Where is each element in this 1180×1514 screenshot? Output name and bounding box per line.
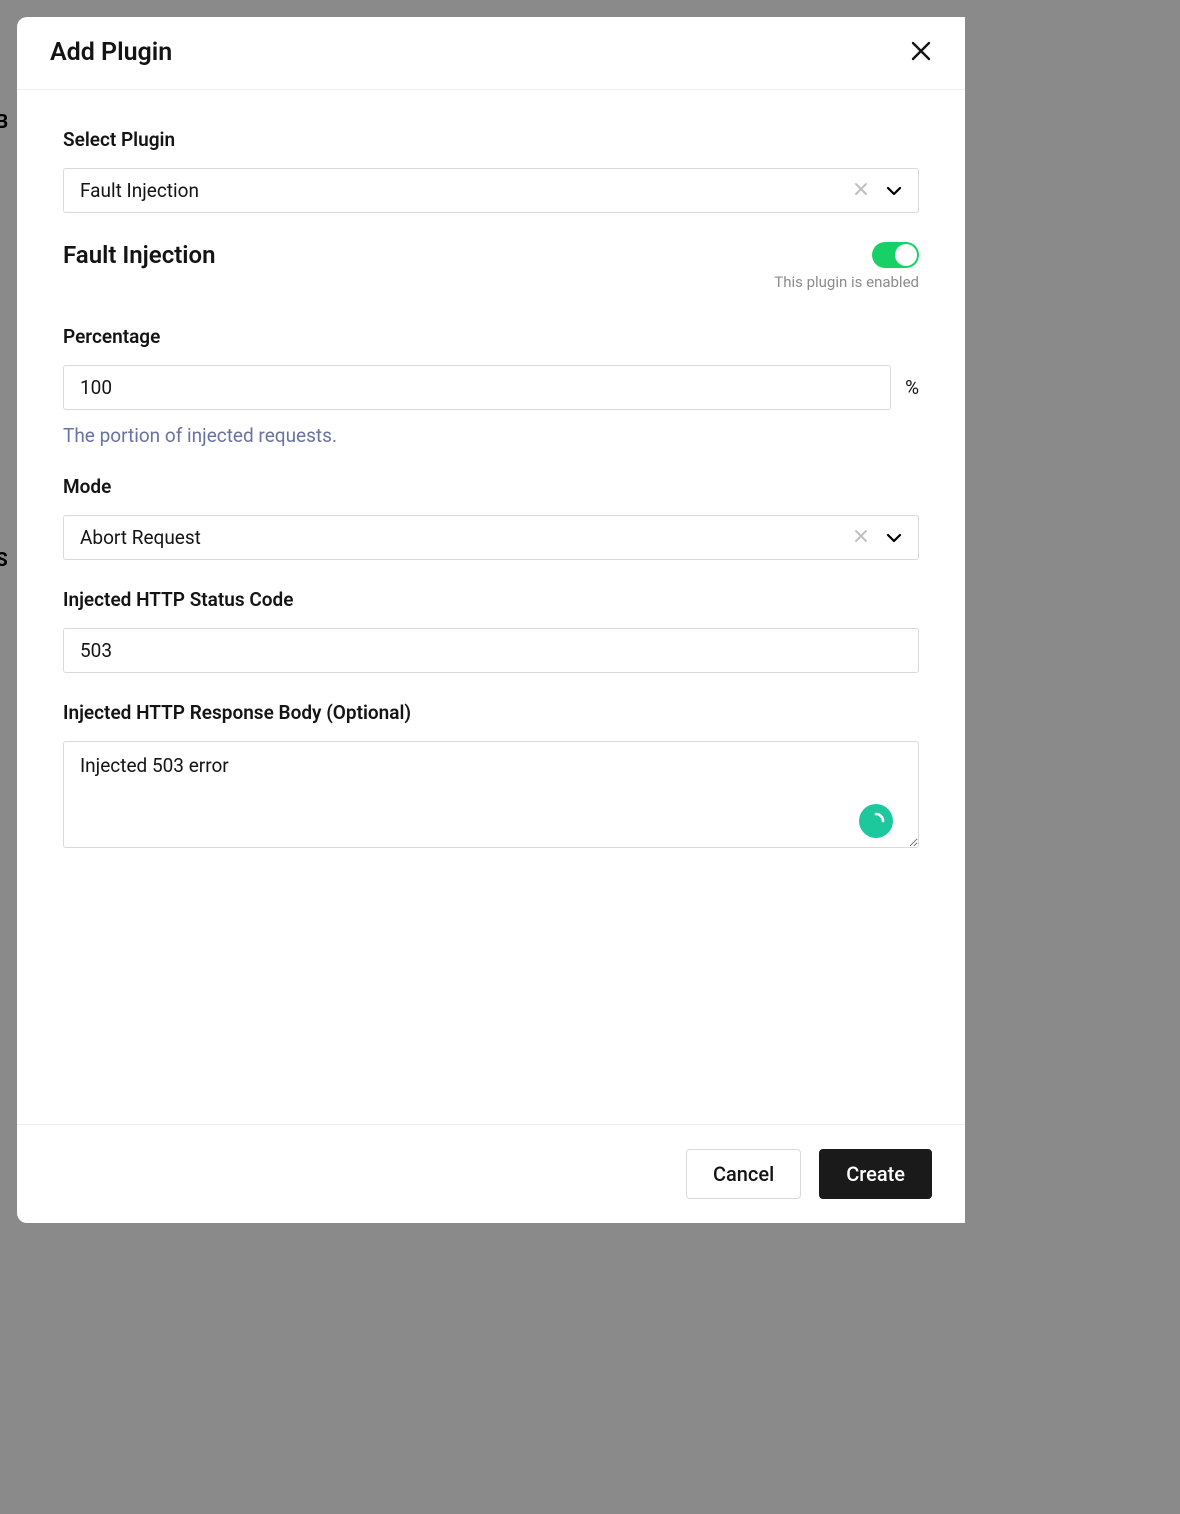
select-plugin-label: Select Plugin xyxy=(63,128,919,151)
backdrop-text-1: B xyxy=(0,110,8,133)
modal-body: Select Plugin Fault Injection Fault Inje… xyxy=(17,90,965,1124)
enable-toggle[interactable] xyxy=(872,242,919,268)
mode-select-icons xyxy=(854,528,902,547)
plugin-section-title: Fault Injection xyxy=(63,241,216,269)
percentage-input[interactable] xyxy=(63,365,891,410)
clear-icon[interactable] xyxy=(854,182,868,200)
modal-footer: Cancel Create xyxy=(17,1124,965,1223)
mode-field: Mode Abort Request xyxy=(63,475,919,560)
create-button[interactable]: Create xyxy=(819,1149,932,1199)
modal-header: Add Plugin xyxy=(17,17,965,90)
mode-chevron-down-icon xyxy=(886,528,902,547)
select-icons xyxy=(854,181,902,200)
cancel-button[interactable]: Cancel xyxy=(686,1149,801,1199)
percentage-suffix: % xyxy=(905,376,919,399)
plugin-title-row: Fault Injection xyxy=(63,241,919,269)
percentage-field: Percentage % The portion of injected req… xyxy=(63,325,919,447)
status-code-field: Injected HTTP Status Code xyxy=(63,588,919,673)
enabled-hint: This plugin is enabled xyxy=(63,273,919,291)
percentage-label: Percentage xyxy=(63,325,919,348)
response-body-field: Injected HTTP Response Body (Optional) xyxy=(63,701,919,852)
select-plugin-dropdown[interactable]: Fault Injection xyxy=(63,168,919,213)
select-plugin-field: Select Plugin Fault Injection xyxy=(63,128,919,213)
chevron-down-icon xyxy=(886,181,902,200)
select-plugin-value: Fault Injection xyxy=(80,179,854,202)
mode-value: Abort Request xyxy=(80,526,854,549)
response-body-label: Injected HTTP Response Body (Optional) xyxy=(63,701,919,724)
backdrop-text-2: S xyxy=(0,548,8,571)
close-icon[interactable] xyxy=(910,40,932,66)
status-code-label: Injected HTTP Status Code xyxy=(63,588,919,611)
add-plugin-modal: Add Plugin Select Plugin Fault Injection xyxy=(17,17,965,1223)
percentage-help: The portion of injected requests. xyxy=(63,424,919,447)
status-code-input[interactable] xyxy=(63,628,919,673)
toggle-knob xyxy=(895,244,917,266)
modal-title: Add Plugin xyxy=(50,38,172,67)
mode-clear-icon[interactable] xyxy=(854,529,868,547)
mode-dropdown[interactable]: Abort Request xyxy=(63,515,919,560)
mode-label: Mode xyxy=(63,475,919,498)
response-body-textarea[interactable] xyxy=(63,741,919,848)
